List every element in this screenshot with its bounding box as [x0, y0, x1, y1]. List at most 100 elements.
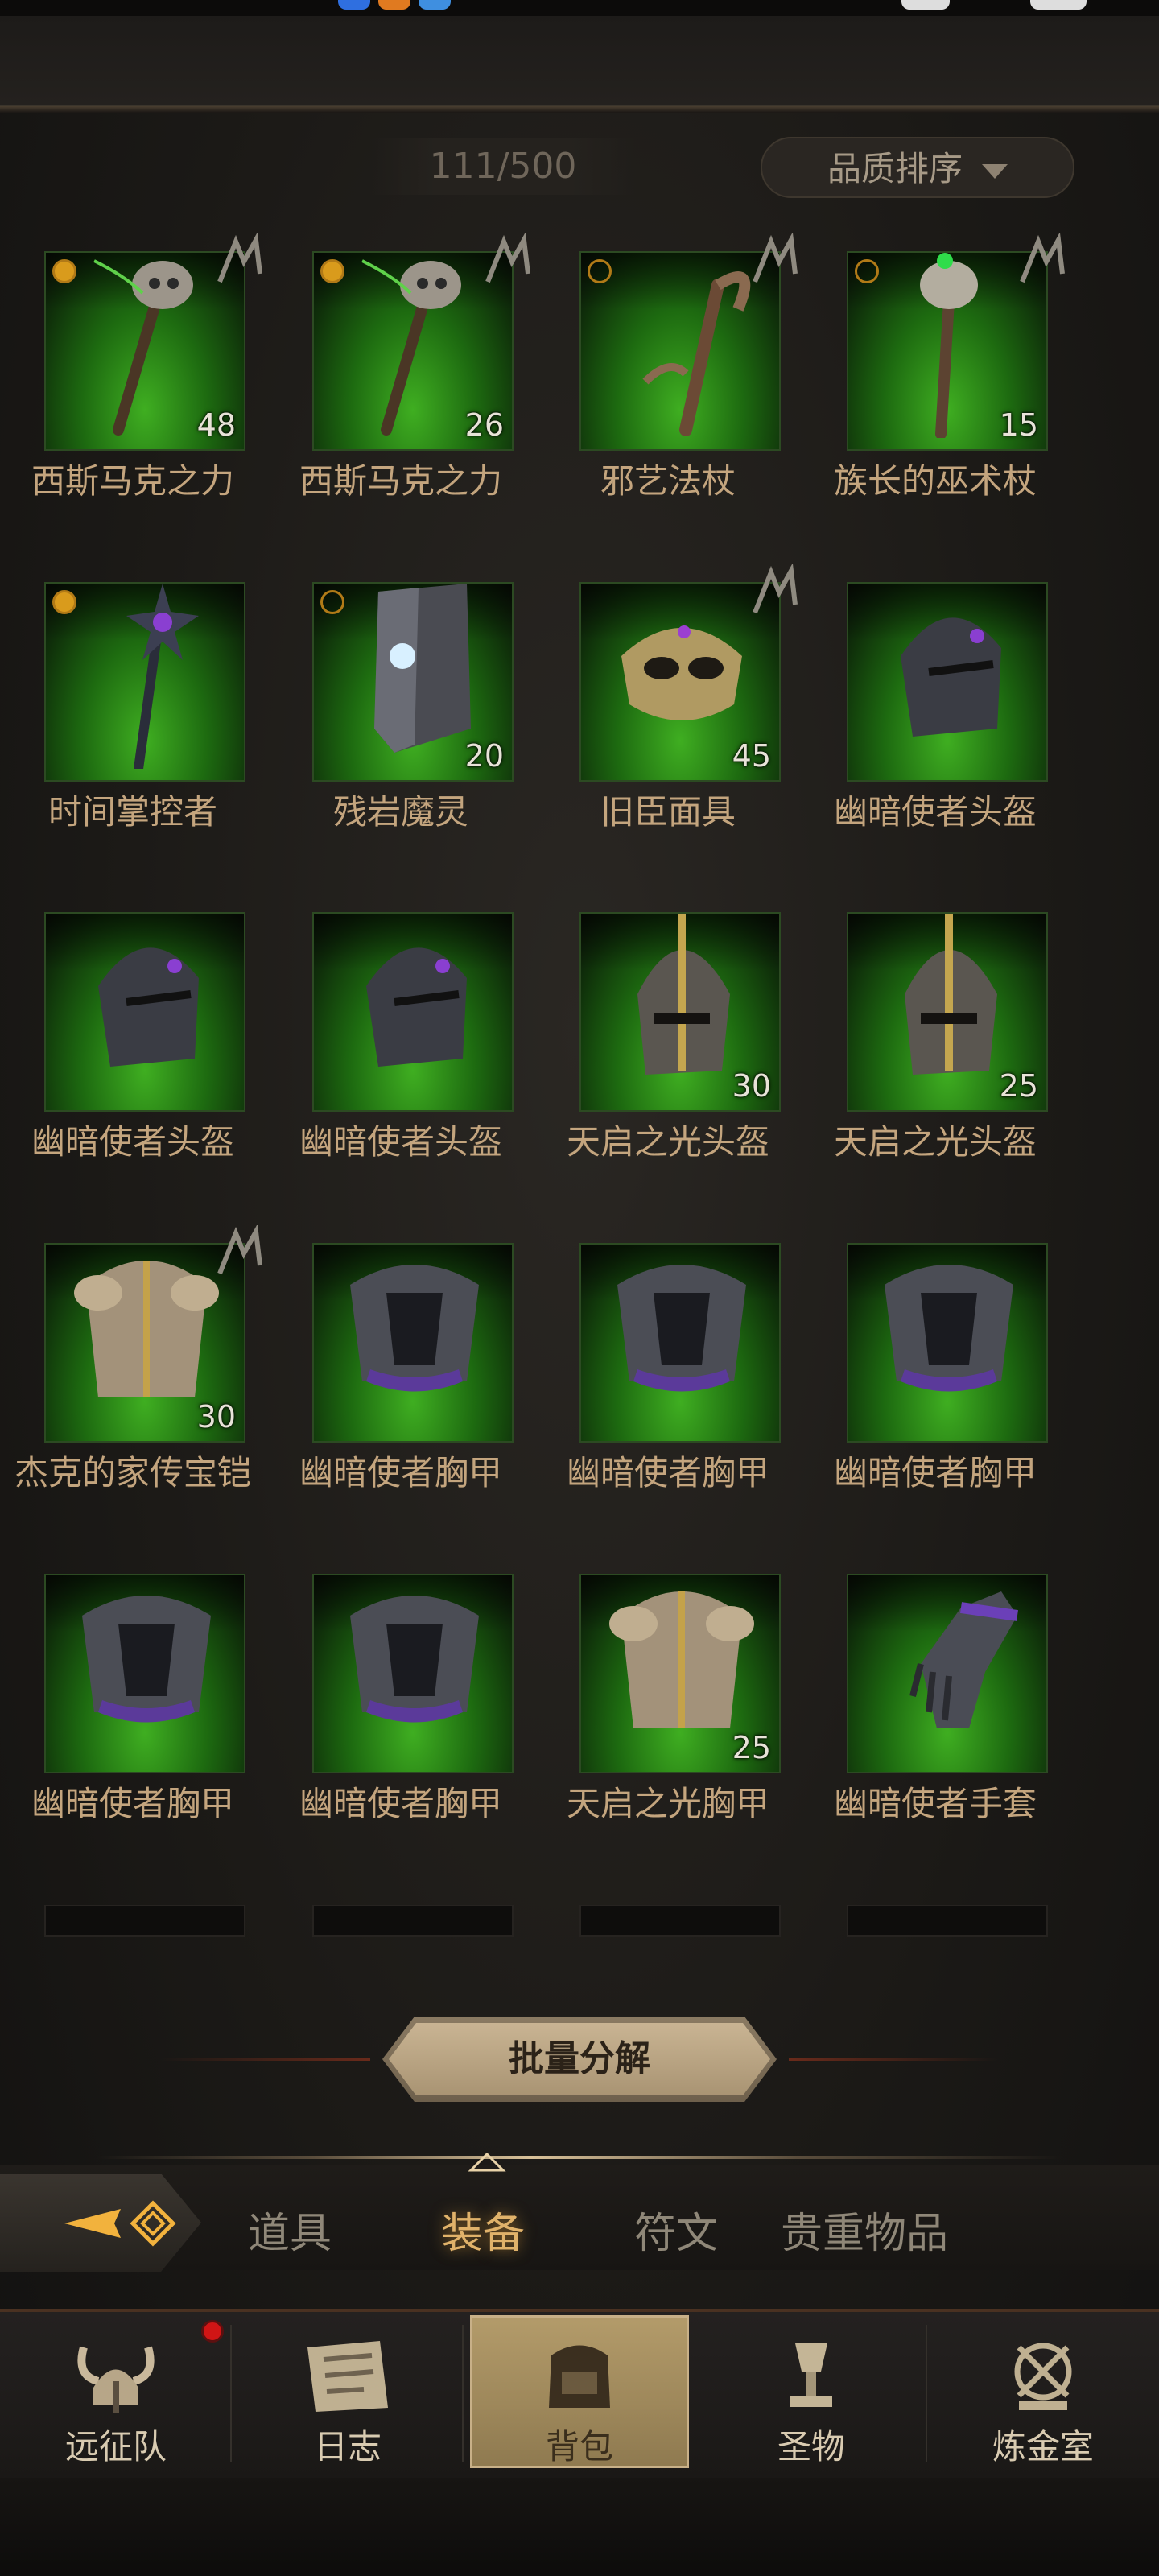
- quality-marker-icon: [52, 259, 76, 283]
- item-level: 30: [196, 1399, 236, 1435]
- nav-journal[interactable]: 日志: [232, 2309, 464, 2478]
- top-frame: [0, 16, 1159, 113]
- item-name: 天启之光胸甲: [566, 1784, 769, 1823]
- notification-badge: [201, 2320, 224, 2343]
- rune-icon: [217, 1225, 262, 1275]
- sort-dropdown[interactable]: 品质排序: [761, 137, 1074, 198]
- nav-alchemy[interactable]: 炼金室: [927, 2309, 1159, 2478]
- quality-marker-icon: [855, 259, 879, 283]
- equipment-item[interactable]: 幽暗使者胸甲: [0, 1550, 258, 1856]
- rune-icon: [753, 564, 798, 614]
- equipment-item[interactable]: 25 天启之光头盔: [802, 888, 1060, 1194]
- item-name: 天启之光头盔: [566, 1122, 769, 1162]
- equipment-item[interactable]: 幽暗使者胸甲: [535, 1219, 793, 1525]
- item-level: 30: [732, 1068, 771, 1104]
- helm-dark-icon: [366, 947, 467, 1067]
- arrow-left-icon: [64, 2200, 176, 2247]
- item-thumbnail: 45: [580, 564, 798, 782]
- item-name: 族长的巫术杖: [833, 461, 1037, 501]
- armor-dark-icon: [885, 1265, 1013, 1392]
- item-name: 幽暗使者胸甲: [31, 1784, 234, 1823]
- item-thumbnail: [312, 912, 514, 1112]
- rune-icon: [1020, 233, 1065, 283]
- equipment-item[interactable]: 45 旧臣面具: [535, 558, 798, 864]
- rune-icon: [485, 233, 530, 283]
- item-thumbnail: [580, 1243, 781, 1443]
- battery-icon: [1030, 0, 1087, 10]
- nav-relics[interactable]: 圣物: [695, 2309, 927, 2478]
- item-name: 幽暗使者头盔: [31, 1122, 234, 1162]
- nav-expedition[interactable]: 远征队: [0, 2309, 232, 2478]
- equipment-item[interactable]: 幽暗使者头盔: [802, 558, 1060, 864]
- item-name: 西斯马克之力: [31, 461, 234, 501]
- rune-icon: [753, 233, 798, 283]
- item-level: 20: [464, 738, 504, 774]
- status-app-icon: [378, 0, 410, 10]
- active-tab-marker: [468, 2152, 506, 2172]
- staff-claw-icon: [642, 271, 751, 436]
- quality-marker-icon: [588, 259, 612, 283]
- item-thumbnail: 30: [44, 1225, 262, 1443]
- armor-dark-icon: [350, 1596, 479, 1723]
- equipment-item[interactable]: 25 天启之光胸甲: [535, 1550, 793, 1856]
- equipment-item[interactable]: 30 天启之光头盔: [535, 888, 793, 1194]
- status-bar: [0, 0, 1159, 16]
- nav-label: 日志: [313, 2427, 382, 2467]
- equipment-item[interactable]: 幽暗使者胸甲: [802, 1219, 1060, 1525]
- chevron-down-icon: [982, 163, 1008, 179]
- equipment-item[interactable]: 15 族长的巫术杖: [802, 227, 1065, 533]
- tab-runes[interactable]: 符文: [634, 2206, 718, 2262]
- item-name: 幽暗使者胸甲: [299, 1453, 502, 1492]
- tab-equipment[interactable]: 装备: [441, 2206, 525, 2262]
- nav-backpack[interactable]: 背包: [464, 2309, 695, 2478]
- item-thumbnail: [847, 1243, 1048, 1443]
- item-level: 15: [999, 407, 1038, 443]
- quality-marker-icon: [52, 590, 76, 614]
- equipment-item[interactable]: 48 西斯马克之力: [0, 227, 262, 533]
- backpack-icon: [549, 2345, 610, 2408]
- decor-line: [161, 2058, 370, 2061]
- equipment-item[interactable]: 邪艺法杖: [535, 227, 798, 533]
- equipment-item[interactable]: 幽暗使者头盔: [268, 888, 526, 1194]
- item-name: 杰克的家传宝铠: [14, 1453, 251, 1492]
- viking-helmet-icon: [77, 2346, 155, 2413]
- back-button[interactable]: [0, 2174, 201, 2272]
- item-level: 45: [732, 738, 771, 774]
- tab-valuables[interactable]: 贵重物品: [781, 2206, 948, 2262]
- helm-dark-icon: [98, 947, 199, 1067]
- equipment-item[interactable]: 幽暗使者胸甲: [268, 1550, 526, 1856]
- item-name: 幽暗使者手套: [833, 1784, 1037, 1823]
- item-thumbnail: 25: [580, 1574, 781, 1773]
- item-thumbnail: 15: [847, 233, 1065, 451]
- tab-items[interactable]: 道具: [248, 2206, 332, 2262]
- equipment-item[interactable]: 26 西斯马克之力: [268, 227, 530, 533]
- bottom-frame: [0, 2478, 1159, 2576]
- equipment-item[interactable]: 30 杰克的家传宝铠: [0, 1219, 262, 1525]
- status-app-icon: [419, 0, 451, 10]
- equipment-item[interactable]: 20 残岩魔灵: [268, 558, 526, 864]
- equipment-item[interactable]: 幽暗使者手套: [802, 1550, 1060, 1856]
- item-thumbnail: [44, 912, 245, 1112]
- item-thumbnail: [847, 1574, 1048, 1773]
- item-level: 26: [464, 407, 504, 443]
- item-name: 幽暗使者胸甲: [566, 1453, 769, 1492]
- batch-dismantle-button[interactable]: 批量分解: [382, 2017, 777, 2102]
- item-thumbnail: [44, 582, 245, 782]
- equipment-item[interactable]: 幽暗使者胸甲: [268, 1219, 526, 1525]
- equipment-item[interactable]: 时间掌控者: [0, 558, 258, 864]
- item-thumbnail: 30: [580, 912, 781, 1112]
- gauntlet-icon: [909, 1591, 1018, 1728]
- item-level: 25: [732, 1730, 771, 1765]
- rune-icon: [217, 233, 262, 283]
- decor-line: [789, 2058, 998, 2061]
- equipment-item[interactable]: 幽暗使者头盔: [0, 888, 258, 1194]
- item-thumbnail: [44, 1574, 245, 1773]
- inventory-count: 111/500: [370, 138, 636, 195]
- signal-icon: [901, 0, 950, 10]
- chalice-icon: [790, 2343, 832, 2407]
- equipment-item-partial[interactable]: [802, 1880, 1060, 2186]
- staff-star-icon: [126, 584, 199, 769]
- item-thumbnail: [312, 1243, 514, 1443]
- equipment-item-partial[interactable]: [0, 1880, 258, 2186]
- item-thumbnail: 48: [44, 233, 262, 451]
